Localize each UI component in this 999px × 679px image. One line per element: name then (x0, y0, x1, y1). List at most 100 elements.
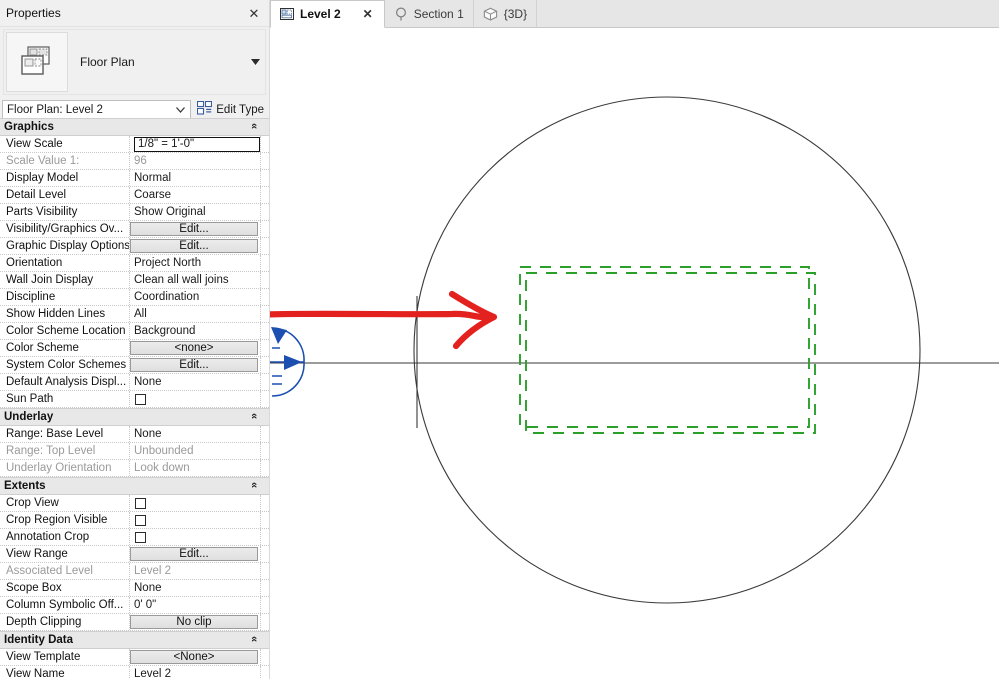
property-row[interactable]: Scope BoxNone (0, 580, 269, 597)
property-value[interactable]: None (130, 426, 261, 442)
property-value[interactable]: Background (130, 323, 261, 339)
property-row[interactable]: Scale Value 1:96 (0, 153, 269, 170)
property-row[interactable]: Range: Base LevelNone (0, 426, 269, 443)
property-value[interactable]: <none> (130, 340, 261, 356)
property-checkbox[interactable] (135, 515, 146, 526)
property-value[interactable]: Coarse (130, 187, 261, 203)
property-value[interactable]: None (130, 580, 261, 596)
property-row[interactable]: Graphic Display OptionsEdit... (0, 238, 269, 255)
property-value[interactable]: Show Original (130, 204, 261, 220)
property-value[interactable]: Coordination (130, 289, 261, 305)
close-icon[interactable]: ✕ (245, 4, 263, 22)
property-value[interactable]: 0' 0" (130, 597, 261, 613)
property-row[interactable]: Sun Path (0, 391, 269, 408)
property-value[interactable]: Unbounded (130, 443, 261, 459)
chevron-down-icon[interactable] (170, 107, 190, 113)
property-value[interactable]: Look down (130, 460, 261, 476)
crop-region-dashed-rectangle[interactable] (520, 267, 815, 433)
tab-3d[interactable]: {3D} (474, 0, 537, 27)
property-value[interactable]: Level 2 (130, 563, 261, 579)
property-edit-button[interactable]: Edit... (130, 547, 258, 561)
drawing-canvas[interactable] (270, 28, 999, 679)
property-name: Orientation (0, 255, 130, 271)
property-row[interactable]: View Template<None> (0, 649, 269, 666)
property-group-header[interactable]: Identity Data« (0, 631, 269, 649)
property-value[interactable]: Level 2 (130, 666, 261, 679)
tab-level-2[interactable]: Level 2✕ (270, 0, 385, 28)
property-row[interactable]: Show Hidden LinesAll (0, 306, 269, 323)
property-checkbox[interactable] (135, 532, 146, 543)
property-edit-button[interactable]: Edit... (130, 239, 258, 253)
floor-plan-view-icon (280, 7, 294, 21)
property-name: Scale Value 1: (0, 153, 130, 169)
property-value[interactable] (130, 391, 261, 407)
property-value[interactable]: 1/8" = 1'-0" (130, 136, 261, 152)
property-value[interactable]: Edit... (130, 221, 261, 237)
property-name: Graphic Display Options (0, 238, 130, 254)
property-value-editbox[interactable]: 1/8" = 1'-0" (134, 137, 260, 152)
property-value[interactable] (130, 529, 261, 545)
property-row-edge (261, 272, 269, 288)
property-row[interactable]: System Color SchemesEdit... (0, 357, 269, 374)
property-value[interactable]: Edit... (130, 546, 261, 562)
property-value[interactable]: No clip (130, 614, 261, 630)
property-value[interactable]: Clean all wall joins (130, 272, 261, 288)
application-window: Properties ✕ Floor Plan Floor (0, 0, 999, 679)
chevron-up-icon[interactable]: « (248, 482, 260, 488)
property-checkbox[interactable] (135, 498, 146, 509)
property-value[interactable]: Normal (130, 170, 261, 186)
property-row[interactable]: Underlay OrientationLook down (0, 460, 269, 477)
property-row[interactable]: Annotation Crop (0, 529, 269, 546)
property-value[interactable] (130, 495, 261, 511)
property-row[interactable]: Depth ClippingNo clip (0, 614, 269, 631)
property-row[interactable]: View Scale1/8" = 1'-0" (0, 136, 269, 153)
property-row[interactable]: Associated LevelLevel 2 (0, 563, 269, 580)
property-row[interactable]: Color Scheme<none> (0, 340, 269, 357)
property-name: Range: Top Level (0, 443, 130, 459)
property-group-header[interactable]: Extents« (0, 477, 269, 495)
property-row[interactable]: OrientationProject North (0, 255, 269, 272)
property-value[interactable]: None (130, 374, 261, 390)
property-edit-button[interactable]: Edit... (130, 358, 258, 372)
property-row[interactable]: View NameLevel 2 (0, 666, 269, 679)
property-edit-button[interactable]: Edit... (130, 222, 258, 236)
property-value[interactable] (130, 512, 261, 528)
property-row[interactable]: View RangeEdit... (0, 546, 269, 563)
property-row[interactable]: Crop View (0, 495, 269, 512)
chevron-down-icon[interactable] (245, 32, 265, 92)
property-group-header[interactable]: Graphics« (0, 118, 269, 136)
property-row[interactable]: Visibility/Graphics Ov...Edit... (0, 221, 269, 238)
property-row[interactable]: DisciplineCoordination (0, 289, 269, 306)
type-selector[interactable]: Floor Plan (3, 29, 266, 95)
property-row[interactable]: Range: Top LevelUnbounded (0, 443, 269, 460)
property-edit-button[interactable]: <None> (130, 650, 258, 664)
property-group-header[interactable]: Underlay« (0, 408, 269, 426)
property-name: Parts Visibility (0, 204, 130, 220)
model-circle[interactable] (414, 97, 920, 603)
family-type-selector[interactable]: Floor Plan: Level 2 (2, 100, 191, 119)
property-value[interactable]: All (130, 306, 261, 322)
property-edit-button[interactable]: <none> (130, 341, 258, 355)
property-value[interactable]: Project North (130, 255, 261, 271)
property-value[interactable]: <None> (130, 649, 261, 665)
property-row[interactable]: Crop Region Visible (0, 512, 269, 529)
tab-section-1[interactable]: Section 1 (385, 0, 474, 27)
close-icon[interactable]: ✕ (361, 7, 375, 21)
property-value[interactable]: Edit... (130, 357, 261, 373)
property-row[interactable]: Wall Join DisplayClean all wall joins (0, 272, 269, 289)
property-row[interactable]: Display ModelNormal (0, 170, 269, 187)
property-row[interactable]: Column Symbolic Off...0' 0" (0, 597, 269, 614)
chevron-up-icon[interactable]: « (248, 636, 260, 642)
property-row[interactable]: Detail LevelCoarse (0, 187, 269, 204)
property-value[interactable]: Edit... (130, 238, 261, 254)
property-row-edge (261, 187, 269, 203)
property-row[interactable]: Parts VisibilityShow Original (0, 204, 269, 221)
chevron-up-icon[interactable]: « (248, 413, 260, 419)
property-value[interactable]: 96 (130, 153, 261, 169)
property-edit-button[interactable]: No clip (130, 615, 258, 629)
property-checkbox[interactable] (135, 394, 146, 405)
property-row[interactable]: Color Scheme LocationBackground (0, 323, 269, 340)
chevron-up-icon[interactable]: « (248, 123, 260, 129)
edit-type-button[interactable]: Edit Type (191, 100, 267, 119)
property-row[interactable]: Default Analysis Displ...None (0, 374, 269, 391)
